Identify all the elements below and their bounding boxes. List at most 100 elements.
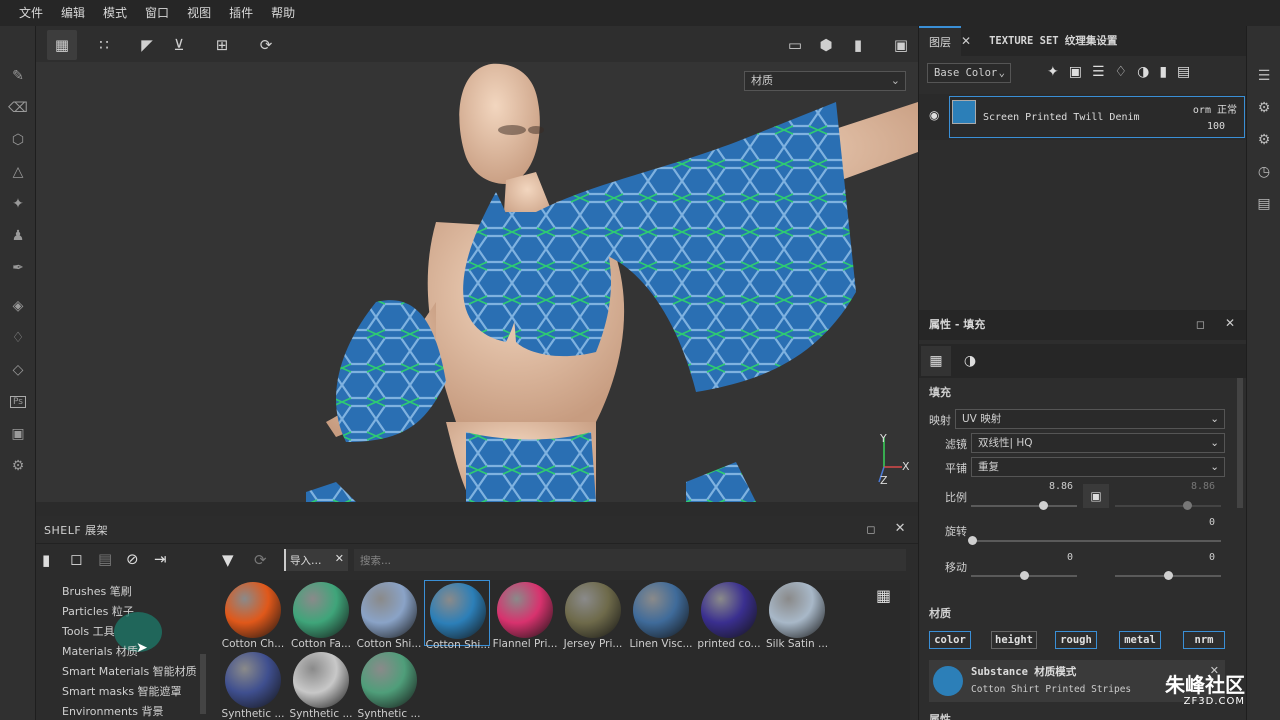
hide-eye-icon[interactable]: ⊘ bbox=[126, 550, 139, 568]
filter-icon[interactable]: ▼ bbox=[222, 551, 234, 569]
offset-slider-v[interactable] bbox=[1115, 571, 1221, 580]
color-picker-icon[interactable]: ✒ bbox=[0, 252, 36, 284]
close-icon[interactable]: ✕ bbox=[895, 521, 906, 536]
tiling-dropdown[interactable]: 重复 ⌄ bbox=[971, 457, 1225, 477]
maximize-icon[interactable]: ◻ bbox=[866, 523, 876, 536]
channel-rough-toggle[interactable]: rough bbox=[1055, 631, 1097, 649]
material-tile[interactable]: Cotton Shi... bbox=[356, 580, 422, 650]
material-tile[interactable]: Linen Visc... bbox=[628, 580, 694, 650]
filter-dropdown[interactable]: 双线性| HQ ⌄ bbox=[971, 433, 1225, 453]
menu-mode[interactable]: 模式 bbox=[94, 0, 136, 26]
magic-wand-icon[interactable]: ✦ bbox=[1047, 64, 1059, 84]
visibility-eye-icon[interactable]: ◉ bbox=[929, 108, 939, 122]
material-tile[interactable]: Silk Satin ... bbox=[764, 580, 830, 650]
menu-plugins[interactable]: 插件 bbox=[220, 0, 262, 26]
scale-slider-v[interactable] bbox=[1115, 501, 1221, 510]
eraser-icon[interactable]: ⌫ bbox=[0, 92, 36, 124]
add-effect-icon[interactable]: ▣ bbox=[1069, 64, 1082, 84]
fill-bucket-icon[interactable]: ♢ bbox=[1115, 64, 1128, 84]
paint-brush-icon[interactable]: ✎ bbox=[0, 60, 36, 92]
material-sphere-icon[interactable]: ◑ bbox=[955, 346, 985, 376]
fill-properties-icon[interactable]: ▦ bbox=[921, 346, 951, 376]
material-tile[interactable]: printed co... bbox=[696, 580, 762, 650]
layer-row[interactable]: ◉ Screen Printed Twill Denim orm 正常 100 bbox=[919, 94, 1247, 140]
close-tab-icon[interactable]: ✕ bbox=[961, 34, 971, 48]
material-tile[interactable]: Flannel Pri... bbox=[492, 580, 558, 650]
camera-video-icon[interactable]: ▮ bbox=[843, 30, 873, 60]
mask-icon[interactable]: ◑ bbox=[1137, 64, 1149, 84]
folder-icon[interactable]: ▮ bbox=[42, 551, 50, 569]
offset-slider-u[interactable] bbox=[971, 571, 1077, 580]
add-frame-icon[interactable]: ⊞ bbox=[207, 30, 237, 60]
bake-icon[interactable]: ▣ bbox=[0, 418, 36, 450]
import-icon[interactable]: ⇥ bbox=[154, 550, 167, 568]
material-tile[interactable]: Cotton Ch... bbox=[220, 580, 286, 650]
mirror-y-icon[interactable]: ⊻ bbox=[164, 30, 194, 60]
slider-knob[interactable] bbox=[968, 536, 977, 545]
category-scrollbar[interactable] bbox=[200, 654, 206, 714]
menu-edit[interactable]: 编辑 bbox=[52, 0, 94, 26]
projection-icon[interactable]: ⬡ bbox=[0, 124, 36, 156]
menu-view[interactable]: 视图 bbox=[178, 0, 220, 26]
new-shelf-icon[interactable]: ◻ bbox=[70, 550, 82, 568]
save-icon[interactable]: ▤ bbox=[98, 550, 112, 568]
3d-cube-icon[interactable]: ⬢ bbox=[811, 30, 841, 60]
2d-view-icon[interactable]: ▭ bbox=[780, 30, 810, 60]
material-tile[interactable]: Synthetic ... bbox=[288, 650, 354, 720]
photoshop-icon[interactable]: Ps bbox=[0, 386, 36, 418]
substance-alt-icon[interactable]: ◇ bbox=[0, 354, 36, 386]
layer-opacity[interactable]: 100 bbox=[1207, 121, 1225, 132]
grid-dots-icon[interactable]: ∷ bbox=[89, 30, 119, 60]
category-materials[interactable]: Materials 材质 bbox=[62, 643, 138, 659]
shelf-search-input[interactable]: 搜索... bbox=[354, 549, 906, 571]
filter-tag-close-icon[interactable]: ✕ bbox=[335, 552, 344, 565]
channel-dropdown[interactable]: Base Color ⌄ bbox=[927, 63, 1011, 83]
material-tile[interactable]: Synthetic ... bbox=[220, 650, 286, 720]
category-tools[interactable]: Tools 工具 bbox=[62, 623, 115, 639]
clone-stamp-icon[interactable]: ♟ bbox=[0, 220, 36, 252]
selection-grid-icon[interactable]: ▦ bbox=[47, 30, 77, 60]
screenshot-camera-icon[interactable]: ▣ bbox=[886, 30, 916, 60]
category-smart-materials[interactable]: Smart Materials 智能材质 bbox=[62, 663, 197, 679]
menu-file[interactable]: 文件 bbox=[10, 0, 52, 26]
channel-color-toggle[interactable]: color bbox=[929, 631, 971, 649]
lock-icon[interactable]: ▣ bbox=[1083, 484, 1109, 508]
slider-knob[interactable] bbox=[1020, 571, 1029, 580]
category-smart-masks[interactable]: Smart masks 智能遮罩 bbox=[62, 683, 182, 699]
material-tile[interactable]: Jersey Pri... bbox=[560, 580, 626, 650]
scale-slider-u[interactable] bbox=[971, 501, 1077, 510]
refresh-icon[interactable]: ⟳ bbox=[254, 551, 267, 569]
smudge-icon[interactable]: ✦ bbox=[0, 188, 36, 220]
trash-icon[interactable]: ▤ bbox=[1177, 64, 1190, 84]
properties-scrollbar[interactable] bbox=[1237, 378, 1243, 508]
channel-metal-toggle[interactable]: metal bbox=[1119, 631, 1161, 649]
display-settings-icon[interactable]: ⚙ bbox=[1247, 124, 1280, 156]
menu-window[interactable]: 窗口 bbox=[136, 0, 178, 26]
material-tile[interactable]: Cotton Shi... bbox=[424, 580, 490, 651]
history-reset-icon[interactable]: ⟳ bbox=[251, 30, 281, 60]
layer-stack-icon[interactable]: ☰ bbox=[1092, 64, 1105, 84]
slider-knob[interactable] bbox=[1039, 501, 1048, 510]
tab-texture-set[interactable]: TEXTURE SET 纹理集设置 bbox=[979, 26, 1127, 56]
texture-set-icon[interactable]: ⚙ bbox=[1247, 92, 1280, 124]
tab-layers[interactable]: 图层 bbox=[919, 26, 961, 56]
slider-knob[interactable] bbox=[1183, 501, 1192, 510]
layer-blend-mode[interactable]: orm 正常 bbox=[1193, 101, 1237, 116]
maximize-icon[interactable]: ◻ bbox=[1196, 318, 1205, 331]
settings-gear-icon[interactable]: ⚙ bbox=[0, 450, 36, 482]
viewport-channel-dropdown[interactable]: 材质 ⌄ bbox=[744, 71, 906, 91]
channel-height-toggle[interactable]: height bbox=[991, 631, 1037, 649]
mapping-dropdown[interactable]: UV 映射 ⌄ bbox=[955, 409, 1225, 429]
polygon-fill-icon[interactable]: △ bbox=[0, 156, 36, 188]
close-icon[interactable]: ✕ bbox=[1225, 316, 1235, 330]
bell-icon[interactable]: ♢ bbox=[0, 322, 36, 354]
substance-icon[interactable]: ◈ bbox=[0, 290, 36, 322]
slider-knob[interactable] bbox=[1164, 571, 1173, 580]
category-environments[interactable]: Environments 背景 bbox=[62, 703, 163, 719]
grid-view-icon[interactable]: ▦ bbox=[876, 586, 891, 605]
history-icon[interactable]: ◷ bbox=[1247, 156, 1280, 188]
channel-nrm-toggle[interactable]: nrm bbox=[1183, 631, 1225, 649]
filter-tag[interactable]: 导入… ✕ bbox=[284, 549, 348, 571]
material-tile[interactable]: Synthetic ... bbox=[356, 650, 422, 720]
folder-add-icon[interactable]: ▮ bbox=[1159, 64, 1167, 84]
